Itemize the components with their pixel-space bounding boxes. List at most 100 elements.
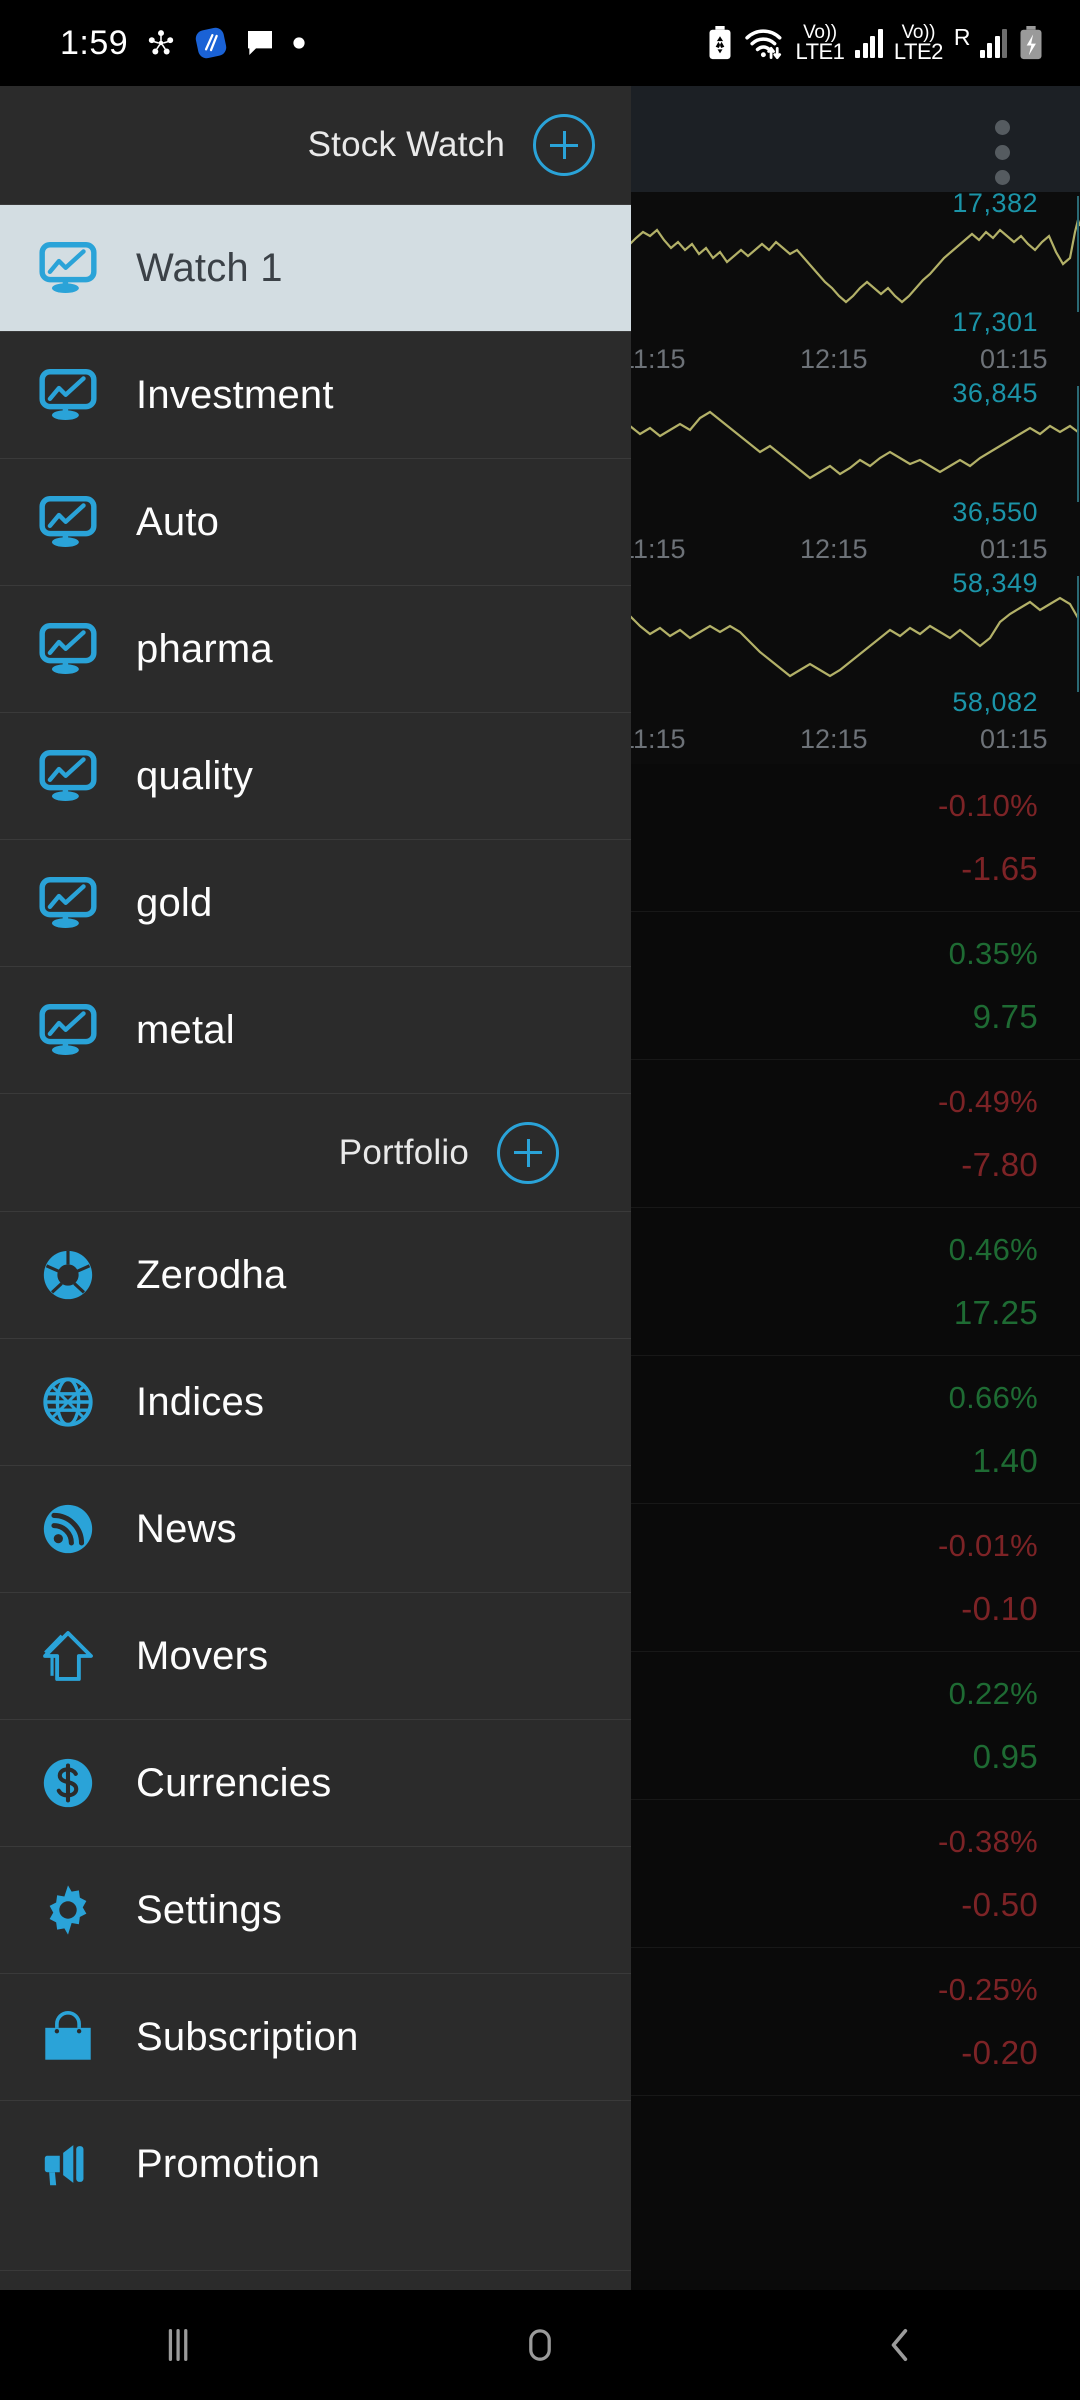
stock-net-change: -1.65	[961, 850, 1038, 887]
sidebar-item-label: Investment	[136, 372, 334, 417]
sidebar-item-pharma[interactable]: pharma	[0, 585, 631, 712]
donut-chart-icon	[36, 1243, 100, 1307]
recents-icon[interactable]	[0, 2322, 360, 2368]
stock-net-change: -0.10	[961, 1590, 1038, 1627]
signal-bars-2-icon	[979, 28, 1007, 58]
monitor-chart-icon	[36, 363, 100, 427]
battery-saver-icon	[709, 25, 731, 60]
stock-net-change: 9.75	[972, 998, 1038, 1035]
portfolio-title: Portfolio	[338, 1132, 469, 1172]
stock-percent-change: -0.25%	[937, 1972, 1038, 2007]
battery-charging-icon	[1020, 25, 1042, 60]
chart-low-value: 17,301	[952, 307, 1038, 337]
chart-high-value: 17,382	[952, 188, 1038, 218]
dot-icon	[293, 37, 305, 49]
roaming-icon: R	[953, 24, 971, 51]
status-bar-right: Vo)) LTE1 Vo)) LTE2 R	[707, 22, 1080, 64]
sidebar-item-label: News	[136, 1506, 237, 1551]
monitor-chart-icon	[36, 490, 100, 554]
chart-high-value: 36,845	[952, 378, 1038, 408]
back-icon[interactable]	[720, 2322, 1080, 2368]
signal-lte2-icon: Vo)) LTE2	[893, 22, 943, 64]
sidebar-item-investment[interactable]: Investment	[0, 331, 631, 458]
android-nav-bar	[0, 2290, 1080, 2400]
stock-net-change: 1.40	[972, 1442, 1038, 1479]
sidebar-item-news[interactable]: News	[0, 1465, 631, 1592]
sidebar-item-promotion[interactable]: Promotion	[0, 2100, 631, 2227]
sidebar-item-auto[interactable]: Auto	[0, 458, 631, 585]
sidebar-item-label: Zerodha	[136, 1252, 287, 1297]
chart-x-tick: 01:15	[980, 724, 1048, 754]
sidebar-item-settings[interactable]: Settings	[0, 1846, 631, 1973]
chart-x-tick: 01:15	[980, 534, 1048, 564]
stock-percent-change: -0.49%	[937, 1084, 1038, 1119]
chart-high-value: 58,349	[952, 568, 1038, 598]
stock-percent-change: -0.01%	[937, 1528, 1038, 1563]
sidebar-item-subscription[interactable]: Subscription	[0, 1973, 631, 2100]
kebab-menu-icon[interactable]	[995, 120, 1010, 185]
monitor-chart-icon	[36, 617, 100, 681]
stock-percent-change: -0.10%	[937, 788, 1038, 823]
up-arrow-icon	[36, 1624, 100, 1688]
chart-x-tick: 12:15	[800, 534, 868, 564]
portfolio-header: Portfolio	[0, 1093, 631, 1211]
sidebar-item-label: quality	[136, 753, 254, 798]
sidebar-item-quality[interactable]: quality	[0, 712, 631, 839]
message-icon	[248, 31, 273, 55]
wifi-icon	[745, 29, 782, 59]
sidebar-item-label: pharma	[136, 626, 273, 671]
sidebar-item-gold[interactable]: gold	[0, 839, 631, 966]
sidebar-item-watch-1[interactable]: Watch 1	[0, 204, 631, 331]
sidebar-item-zerodha[interactable]: Zerodha	[0, 1211, 631, 1338]
sidebar-item-label: gold	[136, 880, 213, 925]
sidebar-item-label: Settings	[136, 1887, 283, 1932]
sidebar-item-label: Currencies	[136, 1760, 332, 1805]
stock-net-change: -0.20	[961, 2034, 1038, 2071]
stock-percent-change: 0.66%	[948, 1380, 1038, 1415]
signal-lte1-icon: Vo)) LTE1	[795, 22, 845, 64]
status-clock: 1:59	[60, 23, 129, 62]
chart-x-tick: 12:15	[800, 724, 868, 754]
stock-percent-change: 0.22%	[948, 1676, 1038, 1711]
stock-percent-change: 0.35%	[948, 936, 1038, 971]
stock-net-change: 17.25	[953, 1294, 1038, 1331]
home-icon[interactable]	[360, 2322, 720, 2368]
drawer-bottom-edge	[0, 2270, 631, 2290]
samsung-cluster-icon	[149, 30, 174, 55]
status-bar: 1:59 Vo)) LTE1 Vo)) LTE2 R	[0, 0, 1080, 86]
monitor-chart-icon	[36, 998, 100, 1062]
status-bar-left: 1:59	[0, 24, 306, 63]
sidebar-item-label: metal	[136, 1007, 235, 1052]
sidebar-item-movers[interactable]: Movers	[0, 1592, 631, 1719]
sidebar-item-label: Movers	[136, 1633, 269, 1678]
sidebar-item-label: Auto	[136, 499, 220, 544]
add-watchlist-button[interactable]	[533, 114, 595, 176]
sidebar-item-indices[interactable]: Indices	[0, 1338, 631, 1465]
app-blue-icon	[195, 27, 227, 59]
globe-icon	[36, 1370, 100, 1434]
monitor-chart-icon	[36, 744, 100, 808]
monitor-chart-icon	[36, 871, 100, 935]
sidebar-item-currencies[interactable]: Currencies	[0, 1719, 631, 1846]
phone-screen: 1:59 Vo)) LTE1 Vo)) LTE2 R 17,382 17,301…	[0, 0, 1080, 2400]
sidebar-item-label: Indices	[136, 1379, 265, 1424]
add-portfolio-button[interactable]	[497, 1121, 559, 1184]
sidebar-item-metal[interactable]: metal	[0, 966, 631, 1093]
navigation-drawer: Stock Watch Watch 1 Investment Auto phar…	[0, 86, 631, 2290]
megaphone-icon	[36, 2132, 100, 2196]
sidebar-item-label: Subscription	[136, 2014, 359, 2059]
rss-icon	[36, 1497, 100, 1561]
stock-watch-header: Stock Watch	[0, 86, 631, 204]
shopping-bag-icon	[36, 2005, 100, 2069]
stock-percent-change: -0.38%	[937, 1824, 1038, 1859]
chart-x-tick: 12:15	[800, 344, 868, 374]
stock-net-change: 0.95	[972, 1738, 1038, 1775]
stock-net-change: -0.50	[961, 1886, 1038, 1923]
signal-bars-1-icon	[855, 28, 883, 58]
dollar-coin-icon	[36, 1751, 100, 1815]
sidebar-item-label: Promotion	[136, 2141, 321, 2186]
monitor-chart-icon	[36, 236, 100, 300]
chart-low-value: 58,082	[952, 687, 1038, 717]
chart-low-value: 36,550	[952, 497, 1038, 527]
stock-net-change: -7.80	[961, 1146, 1038, 1183]
